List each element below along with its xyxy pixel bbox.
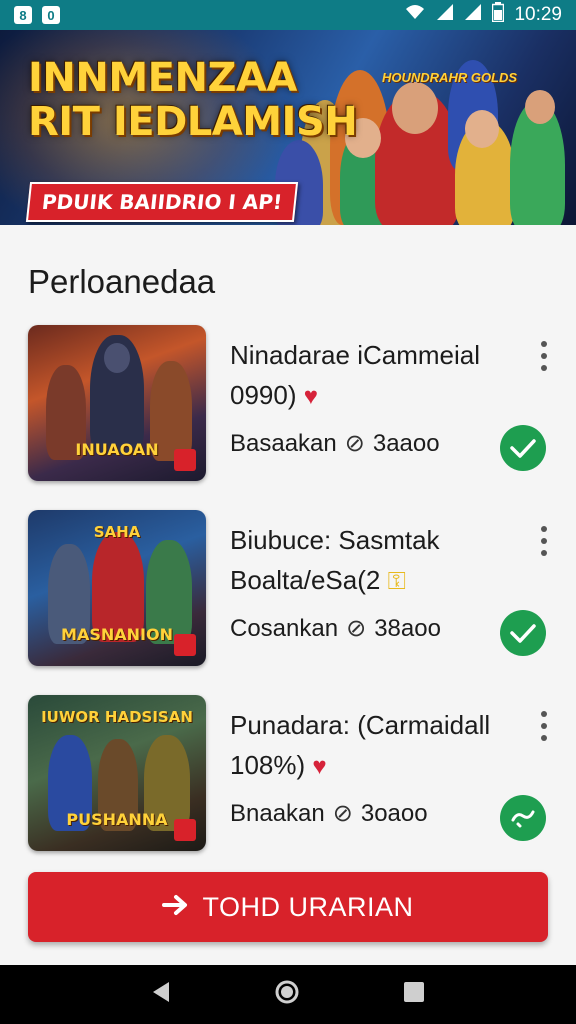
game-thumbnail[interactable]: IUWOR HADSISAN PUSHANNA: [28, 695, 206, 851]
hero-face: [525, 90, 555, 124]
more-options-button[interactable]: [536, 711, 552, 741]
paperclip-icon: ⊘: [346, 615, 367, 642]
recents-icon[interactable]: [403, 981, 425, 1008]
notification-icon: 0: [42, 6, 60, 24]
brand-mark-icon: [174, 634, 196, 656]
link-icon[interactable]: [500, 795, 546, 841]
more-options-button[interactable]: [536, 341, 552, 371]
brand-mark-icon: [174, 449, 196, 471]
banner-badge[interactable]: PDUIK BAIIDRIO I AP!: [25, 182, 299, 222]
arrow-right-icon: [162, 892, 188, 923]
key-icon: ⚿: [387, 568, 406, 595]
sim-icon: 8: [14, 6, 32, 24]
paperclip-icon: ⊘: [332, 800, 353, 827]
cta-label: TOHD URARIAN: [202, 891, 414, 922]
main-content: Perloanedaa INUAOAN Ninadarae iCammeial …: [0, 225, 576, 965]
thumbnail-subtitle: SAHA: [93, 523, 141, 541]
status-bar: 8 0 10:29: [0, 0, 576, 30]
check-icon[interactable]: [500, 425, 546, 471]
clock: 10:29: [514, 4, 562, 25]
item-meta: Bnaakan ⊘ 3oaoo: [230, 799, 428, 828]
hero-face: [465, 110, 499, 148]
list-item[interactable]: IUWOR HADSISAN PUSHANNA Punadara: (Carma…: [0, 695, 576, 855]
item-meta: Basaakan ⊘ 3aaoo: [230, 429, 440, 458]
promo-banner[interactable]: HOUNDRAHR GOLDS INNMENZAA RIT IEDLAMISH …: [0, 30, 576, 225]
banner-logo-text: HOUNDRAHR GOLDS: [382, 70, 518, 85]
list-item[interactable]: INUAOAN Ninadarae iCammeial 0990) ♥ Basa…: [0, 325, 576, 485]
brand-mark-icon: [174, 819, 196, 841]
system-nav-bar: [0, 965, 576, 1024]
battery-icon: [492, 2, 505, 28]
hero-face: [392, 82, 438, 134]
game-thumbnail[interactable]: SAHA MASNANION: [28, 510, 206, 666]
section-title: Perloanedaa: [28, 263, 216, 300]
banner-title: INNMENZAA RIT IEDLAMISH: [28, 55, 358, 145]
more-options-button[interactable]: [536, 526, 552, 556]
home-icon[interactable]: [274, 979, 300, 1010]
list-item[interactable]: SAHA MASNANION Biubuce: Sasmtak Boalta/e…: [0, 510, 576, 670]
item-meta: Cosankan ⊘ 38aoo: [230, 614, 441, 643]
thumbnail-subtitle: IUWOR HADSISAN: [41, 708, 193, 726]
game-thumbnail[interactable]: INUAOAN: [28, 325, 206, 481]
item-title: Ninadarae iCammeial 0990) ♥: [230, 340, 480, 410]
heart-icon: ♥: [312, 753, 327, 780]
item-title: Punadara: (Carmaidall 108%) ♥: [230, 710, 491, 780]
primary-cta-button[interactable]: TOHD URARIAN: [28, 872, 548, 942]
item-title: Biubuce: Sasmtak Boalta/eSa(2 ⚿: [230, 525, 440, 595]
signal-icon: [464, 3, 482, 27]
back-icon[interactable]: [151, 981, 171, 1008]
signal-icon: [436, 3, 454, 27]
wifi-icon: [404, 3, 426, 27]
check-icon[interactable]: [500, 610, 546, 656]
heart-icon: ♥: [303, 383, 318, 410]
paperclip-icon: ⊘: [344, 430, 365, 457]
